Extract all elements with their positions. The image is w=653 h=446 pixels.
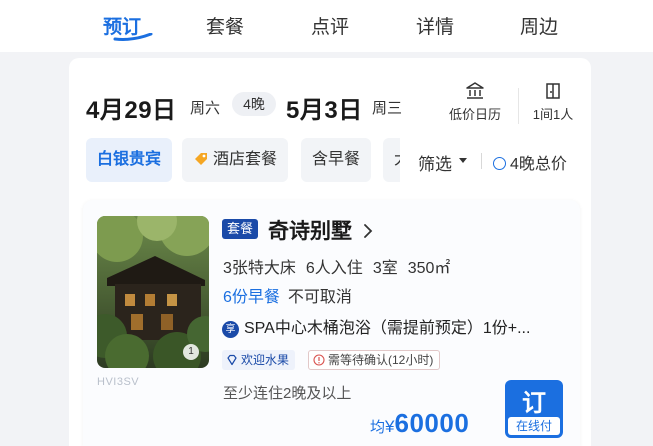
checkin-weekday: 周六 [190, 100, 221, 117]
area-info: 350㎡ [407, 260, 451, 277]
cancellation-policy: 不可取消 [287, 289, 352, 306]
chevron-right-icon[interactable] [363, 224, 373, 238]
book-button-label: 订 [522, 390, 546, 417]
occupancy-info: 6人入住 [305, 260, 363, 277]
room-name[interactable]: 奇诗别墅 [268, 215, 352, 245]
checkin-date: 4月29日 [86, 97, 177, 124]
price-prefix: 均 [370, 419, 386, 436]
pay-online-label: 在线付 [508, 417, 560, 435]
low-price-calendar-label: 低价日历 [448, 107, 501, 122]
filter-button[interactable]: 筛选 [418, 150, 452, 175]
bank-icon [466, 82, 484, 99]
meal-policy: 6份早餐 不可取消 [223, 283, 352, 307]
beds-info: 3张特大床 [223, 260, 296, 277]
perk-text: SPA中心木桶泡浴（需提前预定）1份+... [244, 320, 531, 337]
perk-icon: 享 [222, 321, 239, 338]
caret-down-icon [459, 158, 467, 163]
door-icon [546, 83, 560, 99]
tab-details[interactable]: 详情 [416, 12, 454, 39]
divider [518, 88, 519, 124]
divider [481, 153, 482, 169]
checkout-weekday: 周三 [372, 100, 403, 117]
chip-breakfast[interactable]: 含早餐 [301, 138, 372, 182]
confirmation-tag: 需等待确认(12小时) [308, 350, 441, 370]
stay-dates[interactable]: 4月29日 周六 4晚 5月3日 周三 [86, 88, 586, 124]
tag-icon [195, 153, 207, 165]
welcome-fruit-tag: 欢迎水果 [222, 350, 296, 370]
confirmation-label: 需等待确认(12小时) [328, 353, 434, 367]
info-icon [313, 354, 325, 366]
package-badge: 套餐 [222, 219, 259, 239]
photo-count-badge: 1 [183, 344, 199, 360]
tab-active-indicator [113, 33, 153, 41]
chip-silver-member[interactable]: 白银贵宾 [86, 138, 173, 182]
chip-hotel-package[interactable]: 酒店套餐 [182, 138, 289, 182]
breakfast-info: 6份早餐 [223, 289, 280, 306]
room-guest-label: 1间1人 [532, 107, 574, 122]
min-stay-note: 至少连住2晚及以上 [223, 385, 352, 402]
radio-icon [493, 157, 506, 170]
low-price-calendar-button[interactable]: 低价日历 [446, 82, 504, 123]
room-specs: 3张特大床 6人入住 3室 350㎡ [223, 254, 460, 278]
price-amount: 60000 [394, 408, 470, 438]
total-price-toggle[interactable]: 4晚总价 [493, 150, 567, 174]
nights-badge: 4晚 [232, 92, 276, 116]
chip-hotel-package-label: 酒店套餐 [213, 151, 278, 168]
checkout-date: 5月3日 [286, 97, 363, 124]
welcome-fruit-label: 欢迎水果 [241, 353, 290, 367]
rooms-info: 3室 [372, 260, 398, 277]
tab-reviews[interactable]: 点评 [311, 12, 349, 39]
tab-package[interactable]: 套餐 [206, 12, 244, 39]
tab-nearby[interactable]: 周边 [520, 12, 558, 39]
total-price-label: 4晚总价 [510, 156, 567, 173]
package-perk[interactable]: 享 SPA中心木桶泡浴（需提前预定）1份+... [222, 314, 530, 338]
top-tab-bar: 预订 套餐 点评 详情 周边 [0, 0, 653, 52]
price: 均¥60000 [370, 408, 469, 439]
room-guest-selector[interactable]: 1间1人 [529, 82, 577, 123]
diamond-icon [227, 354, 237, 366]
book-button[interactable]: 订 在线付 [505, 380, 563, 438]
photo-code: HVI3SV [97, 376, 140, 388]
